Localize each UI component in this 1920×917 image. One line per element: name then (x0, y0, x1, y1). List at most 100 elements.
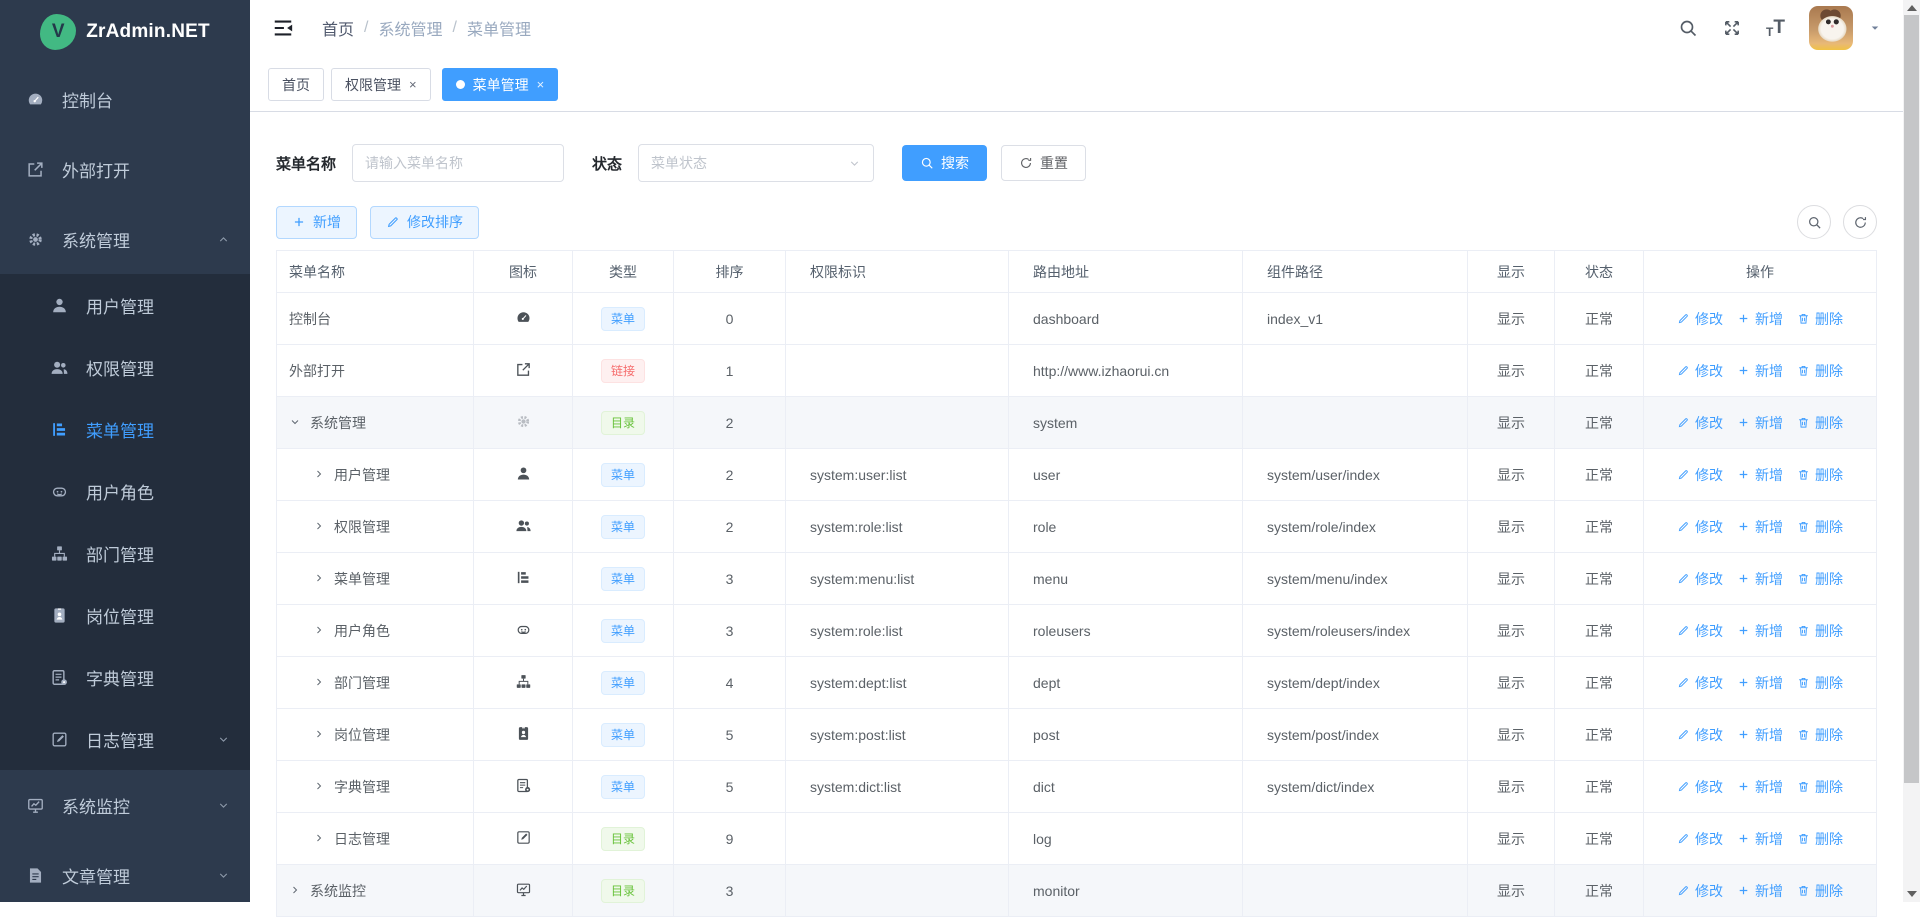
table-row: 岗位管理菜单5system:post:listpostsystem/post/i… (277, 709, 1877, 761)
edit-sort-button[interactable]: 修改排序 (370, 206, 479, 239)
cell-status: 正常 (1555, 865, 1644, 917)
add-link[interactable]: 新增 (1737, 361, 1783, 381)
add-button[interactable]: 新增 (276, 206, 357, 239)
delete-link[interactable]: 删除 (1797, 517, 1843, 537)
close-icon[interactable]: × (409, 78, 417, 91)
sidebar-item-11[interactable]: 系统监控 (0, 770, 250, 840)
tree-collapse-icon[interactable] (289, 416, 301, 428)
tree-expand-icon[interactable] (313, 780, 325, 792)
delete-link[interactable]: 删除 (1797, 777, 1843, 797)
edit-link[interactable]: 修改 (1677, 361, 1723, 381)
add-link[interactable]: 新增 (1737, 465, 1783, 485)
edit-link[interactable]: 修改 (1677, 829, 1723, 849)
sidebar-item-label: 控制台 (62, 87, 113, 112)
add-link[interactable]: 新增 (1737, 881, 1783, 901)
tree-expand-icon[interactable] (313, 832, 325, 844)
cell-component: system/roleusers/index (1243, 605, 1468, 657)
tree-expand-icon[interactable] (313, 520, 325, 532)
reset-button[interactable]: 重置 (1001, 145, 1086, 181)
tab-1[interactable]: 权限管理× (331, 68, 431, 101)
sidebar-item-1[interactable]: 外部打开 (0, 134, 250, 204)
edit-link[interactable]: 修改 (1677, 881, 1723, 901)
close-icon[interactable]: × (537, 78, 545, 91)
edit-link[interactable]: 修改 (1677, 517, 1723, 537)
sidebar-collapse-icon[interactable] (272, 17, 294, 39)
delete-link[interactable]: 删除 (1797, 673, 1843, 693)
menu-status-select[interactable]: 菜单状态 (638, 144, 874, 182)
add-link[interactable]: 新增 (1737, 517, 1783, 537)
cell-perms: system:dict:list (786, 761, 1009, 813)
edit-link[interactable]: 修改 (1677, 725, 1723, 745)
fullscreen-icon[interactable] (1722, 18, 1742, 38)
edit-link[interactable]: 修改 (1677, 777, 1723, 797)
font-size-icon[interactable]: TT (1766, 17, 1785, 39)
tree-expand-icon[interactable] (313, 624, 325, 636)
sidebar-item-12[interactable]: 文章管理 (0, 840, 250, 910)
add-link[interactable]: 新增 (1737, 569, 1783, 589)
search-button[interactable]: 搜索 (902, 145, 987, 181)
add-link[interactable]: 新增 (1737, 829, 1783, 849)
sidebar-item-4[interactable]: 权限管理 (0, 336, 250, 398)
sidebar-item-8[interactable]: 岗位管理 (0, 584, 250, 646)
page-scrollbar[interactable] (1903, 0, 1920, 902)
tab-2[interactable]: 菜单管理× (442, 68, 559, 101)
table-row: 系统管理目录2system显示正常修改新增删除 (277, 397, 1877, 449)
table-row: 用户管理菜单2system:user:listusersystem/user/i… (277, 449, 1877, 501)
tree-expand-icon[interactable] (313, 728, 325, 740)
app-logo[interactable]: V ZrAdmin.NET (0, 0, 250, 64)
delete-link[interactable]: 删除 (1797, 725, 1843, 745)
scroll-down-arrow-icon[interactable] (1907, 891, 1917, 897)
table-search-toggle-button[interactable] (1797, 205, 1831, 239)
menu-name-input[interactable] (352, 144, 564, 182)
sidebar: V ZrAdmin.NET 控制台外部打开系统管理用户管理权限管理菜单管理用户角… (0, 0, 250, 902)
scroll-up-arrow-icon[interactable] (1907, 5, 1917, 11)
delete-link[interactable]: 删除 (1797, 361, 1843, 381)
add-link[interactable]: 新增 (1737, 777, 1783, 797)
edit-link[interactable]: 修改 (1677, 673, 1723, 693)
edit-link[interactable]: 修改 (1677, 413, 1723, 433)
tree-expand-icon[interactable] (313, 468, 325, 480)
sidebar-item-7[interactable]: 部门管理 (0, 522, 250, 584)
cell-actions: 修改新增删除 (1644, 605, 1877, 657)
add-link[interactable]: 新增 (1737, 725, 1783, 745)
add-link[interactable]: 新增 (1737, 673, 1783, 693)
cell-visible: 显示 (1468, 345, 1555, 397)
sidebar-item-9[interactable]: 字典管理 (0, 646, 250, 708)
sidebar-item-2[interactable]: 系统管理 (0, 204, 250, 274)
edit-link[interactable]: 修改 (1677, 621, 1723, 641)
delete-link[interactable]: 删除 (1797, 569, 1843, 589)
user-menu-caret-icon[interactable] (1869, 22, 1881, 34)
delete-link[interactable]: 删除 (1797, 309, 1843, 329)
sidebar-item-10[interactable]: 日志管理 (0, 708, 250, 770)
tree-expand-icon[interactable] (313, 676, 325, 688)
edit-link[interactable]: 修改 (1677, 309, 1723, 329)
chevron-up-icon (217, 233, 230, 246)
users-icon (48, 358, 70, 377)
tab-0[interactable]: 首页 (268, 68, 324, 101)
sidebar-item-6[interactable]: 用户角色 (0, 460, 250, 522)
sidebar-item-3[interactable]: 用户管理 (0, 274, 250, 336)
cell-visible: 显示 (1468, 709, 1555, 761)
tree-expand-icon[interactable] (313, 572, 325, 584)
menu-table-header: 菜单名称图标类型排序权限标识路由地址组件路径显示状态操作 (277, 251, 1877, 293)
scrollbar-thumb[interactable] (1904, 15, 1919, 783)
breadcrumb-home[interactable]: 首页 (322, 16, 354, 40)
tree-expand-icon[interactable] (289, 884, 301, 896)
edit-link[interactable]: 修改 (1677, 465, 1723, 485)
delete-link[interactable]: 删除 (1797, 465, 1843, 485)
sidebar-item-0[interactable]: 控制台 (0, 64, 250, 134)
delete-link[interactable]: 删除 (1797, 881, 1843, 901)
delete-link[interactable]: 删除 (1797, 413, 1843, 433)
cell-route: role (1009, 501, 1243, 553)
sidebar-item-5[interactable]: 菜单管理 (0, 398, 250, 460)
add-link[interactable]: 新增 (1737, 621, 1783, 641)
table-refresh-button[interactable] (1843, 205, 1877, 239)
delete-link[interactable]: 删除 (1797, 621, 1843, 641)
add-link[interactable]: 新增 (1737, 413, 1783, 433)
user-avatar[interactable] (1809, 6, 1853, 50)
search-icon[interactable] (1678, 18, 1698, 38)
edit-link[interactable]: 修改 (1677, 569, 1723, 589)
add-link[interactable]: 新增 (1737, 309, 1783, 329)
id-badge-icon (515, 725, 532, 742)
delete-link[interactable]: 删除 (1797, 829, 1843, 849)
